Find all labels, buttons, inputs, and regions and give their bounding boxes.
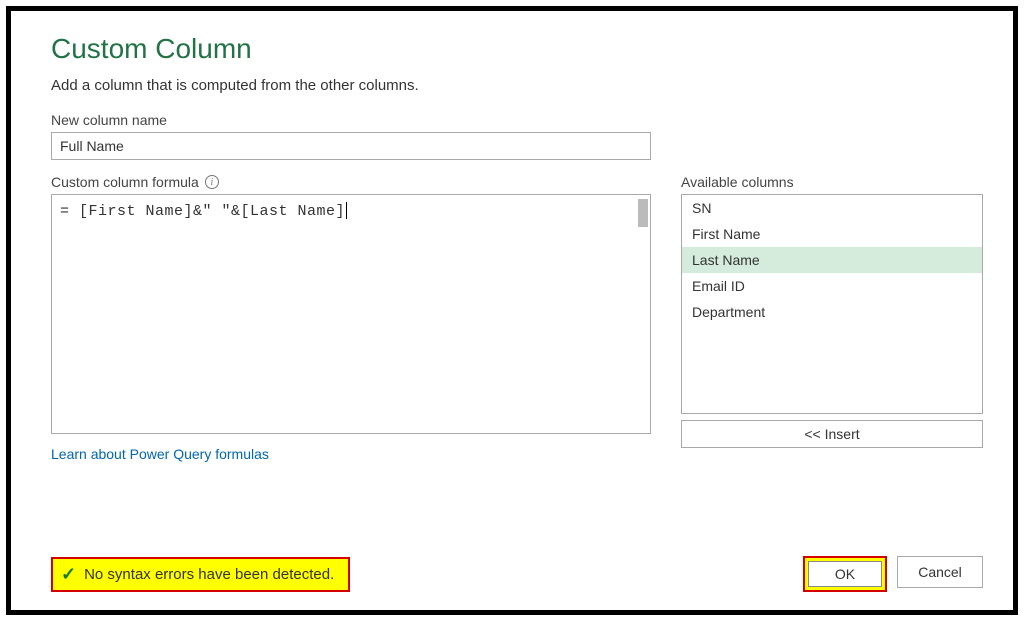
column-item-last-name[interactable]: Last Name [682,247,982,273]
column-item-sn[interactable]: SN [682,195,982,221]
text-cursor [346,202,347,219]
available-columns-list[interactable]: SN First Name Last Name Email ID Departm… [681,194,983,414]
scrollbar-thumb[interactable] [638,199,648,227]
ok-button[interactable]: OK [808,561,882,587]
column-item-email-id[interactable]: Email ID [682,273,982,299]
learn-more-link[interactable]: Learn about Power Query formulas [51,446,269,462]
available-columns-label: Available columns [681,174,983,190]
ok-button-highlight: OK [803,556,887,592]
column-item-department[interactable]: Department [682,299,982,325]
insert-button[interactable]: << Insert [681,420,983,448]
formula-text: = [First Name]&" "&[Last Name] [60,203,345,220]
formula-label: Custom column formula [51,174,199,190]
dialog-subtitle: Add a column that is computed from the o… [51,77,983,94]
custom-column-dialog: Custom Column Add a column that is compu… [6,6,1018,615]
info-icon[interactable]: i [205,175,219,189]
column-item-first-name[interactable]: First Name [682,221,982,247]
status-text: No syntax errors have been detected. [84,566,334,583]
formula-input[interactable]: = [First Name]&" "&[Last Name] [51,194,651,434]
check-icon: ✓ [61,564,76,585]
new-column-name-label: New column name [51,112,983,128]
dialog-title: Custom Column [51,33,983,65]
new-column-name-input[interactable] [51,132,651,160]
status-message: ✓ No syntax errors have been detected. [51,557,350,592]
cancel-button[interactable]: Cancel [897,556,983,588]
